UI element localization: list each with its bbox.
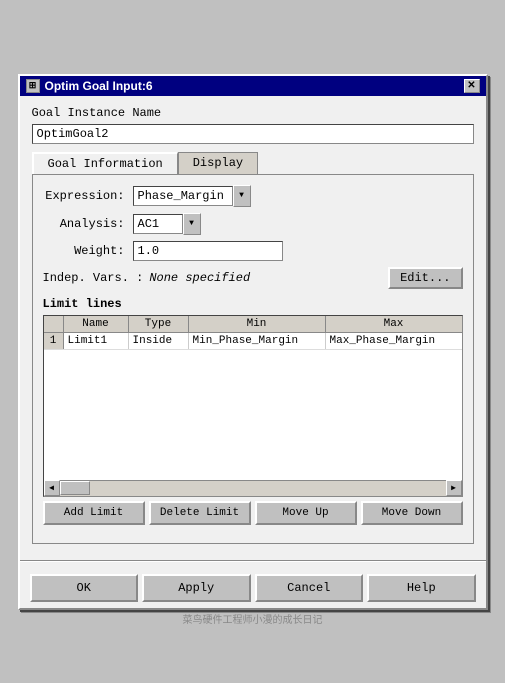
td-min: Min_Phase_Margin: [189, 333, 326, 349]
add-limit-button[interactable]: Add Limit: [43, 501, 145, 525]
table-header: Name Type Min Max: [44, 316, 462, 333]
analysis-label: Analysis:: [43, 217, 133, 231]
limit-lines-table: Name Type Min Max 1 Limit1 Inside Min_Ph…: [43, 315, 463, 497]
table-empty-area: [44, 350, 462, 480]
indep-vars-value: None specified: [149, 271, 388, 285]
tabs-container: Goal Information Display: [32, 152, 474, 174]
title-bar: ⊞ Optim Goal Input:6 ✕: [20, 76, 486, 96]
cancel-button[interactable]: Cancel: [255, 574, 364, 602]
bottom-buttons-row: OK Apply Cancel Help: [20, 568, 486, 608]
td-type: Inside: [129, 333, 189, 349]
dialog-body: Goal Instance Name Goal Information Disp…: [20, 96, 486, 554]
th-row-num: [44, 316, 64, 332]
limit-lines-title: Limit lines: [43, 297, 463, 311]
th-name: Name: [64, 316, 129, 332]
close-button[interactable]: ✕: [464, 79, 480, 93]
title-bar-left: ⊞ Optim Goal Input:6: [26, 79, 153, 93]
th-min: Min: [189, 316, 326, 332]
expression-value[interactable]: Phase_Margin: [133, 186, 233, 206]
tab-display[interactable]: Display: [178, 152, 258, 174]
dialog-window: ⊞ Optim Goal Input:6 ✕ Goal Instance Nam…: [18, 74, 488, 610]
analysis-dropdown-container: AC1 ▼: [133, 213, 201, 235]
horizontal-scrollbar[interactable]: ◀ ▶: [44, 480, 462, 496]
goal-instance-input[interactable]: [32, 124, 474, 144]
td-row-num: 1: [44, 333, 64, 349]
th-type: Type: [129, 316, 189, 332]
scroll-left-btn[interactable]: ◀: [44, 480, 60, 496]
edit-button[interactable]: Edit...: [388, 267, 462, 289]
indep-vars-row: Indep. Vars. : None specified Edit...: [43, 267, 463, 289]
goal-instance-label: Goal Instance Name: [32, 106, 474, 120]
analysis-dropdown-btn[interactable]: ▼: [183, 213, 201, 235]
delete-limit-button[interactable]: Delete Limit: [149, 501, 251, 525]
table-row[interactable]: 1 Limit1 Inside Min_Phase_Margin Max_Pha…: [44, 333, 462, 350]
scroll-track[interactable]: [60, 481, 446, 495]
weight-label: Weight:: [43, 244, 133, 258]
window-title: Optim Goal Input:6: [45, 79, 153, 93]
weight-input[interactable]: [133, 241, 283, 261]
analysis-value[interactable]: AC1: [133, 214, 183, 234]
weight-row: Weight:: [43, 241, 463, 261]
help-button[interactable]: Help: [367, 574, 476, 602]
scroll-right-btn[interactable]: ▶: [446, 480, 462, 496]
tab-goal-information[interactable]: Goal Information: [32, 152, 178, 174]
expression-dropdown-btn[interactable]: ▼: [233, 185, 251, 207]
ok-button[interactable]: OK: [30, 574, 139, 602]
action-buttons-row: Add Limit Delete Limit Move Up Move Down: [43, 501, 463, 525]
watermark: 菜鸟硬件工程师小漫的成长日记: [20, 611, 486, 626]
expression-row: Expression: Phase_Margin ▼: [43, 185, 463, 207]
th-max: Max: [326, 316, 462, 332]
move-up-button[interactable]: Move Up: [255, 501, 357, 525]
indep-vars-label: Indep. Vars. :: [43, 271, 144, 285]
separator: [20, 560, 486, 562]
analysis-row: Analysis: AC1 ▼: [43, 213, 463, 235]
expression-label: Expression:: [43, 189, 133, 203]
td-name: Limit1: [64, 333, 129, 349]
apply-button[interactable]: Apply: [142, 574, 251, 602]
window-icon: ⊞: [26, 79, 40, 93]
tab-content: Expression: Phase_Margin ▼ Analysis: AC1…: [32, 174, 474, 544]
td-max: Max_Phase_Margin: [326, 333, 462, 349]
scroll-thumb[interactable]: [60, 481, 90, 495]
move-down-button[interactable]: Move Down: [361, 501, 463, 525]
expression-dropdown-container: Phase_Margin ▼: [133, 185, 251, 207]
